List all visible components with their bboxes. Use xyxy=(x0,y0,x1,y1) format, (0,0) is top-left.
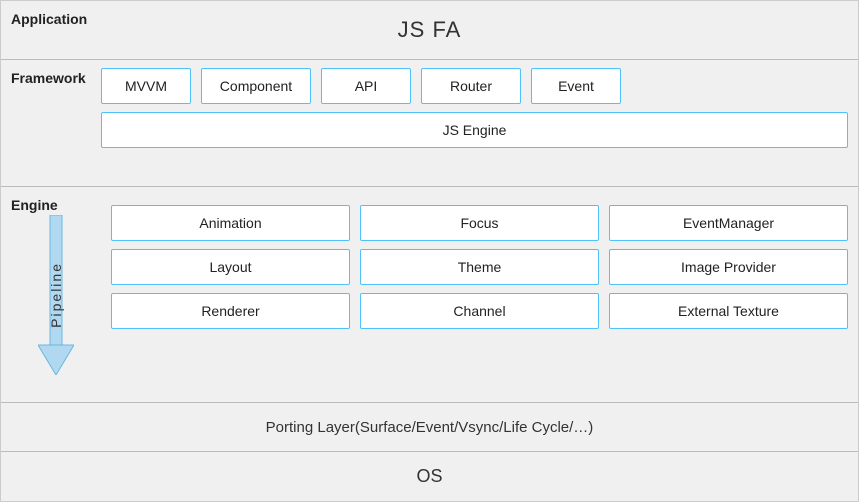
porting-layer: Porting Layer(Surface/Event/Vsync/Life C… xyxy=(1,403,858,452)
architecture-diagram: Application JS FA Framework MVVM Compone… xyxy=(0,0,859,502)
pipeline-container: Pipeline xyxy=(31,215,81,375)
focus-box: Focus xyxy=(360,205,599,241)
event-box: Event xyxy=(531,68,621,104)
router-box: Router xyxy=(421,68,521,104)
image-provider-box: Image Provider xyxy=(609,249,848,285)
porting-label: Porting Layer(Surface/Event/Vsync/Life C… xyxy=(266,419,594,436)
pipeline-label: Pipeline xyxy=(48,262,64,328)
component-box: Component xyxy=(201,68,311,104)
application-label: Application xyxy=(11,11,87,27)
application-title: JS FA xyxy=(398,17,462,43)
animation-box: Animation xyxy=(111,205,350,241)
engine-inner: Pipeline Animation Focus EventManager La… xyxy=(11,195,848,394)
engine-row-3: Renderer Channel External Texture xyxy=(111,293,848,329)
theme-box: Theme xyxy=(360,249,599,285)
engine-row-2: Layout Theme Image Provider xyxy=(111,249,848,285)
eventmanager-box: EventManager xyxy=(609,205,848,241)
external-texture-box: External Texture xyxy=(609,293,848,329)
pipeline-col: Pipeline xyxy=(11,195,101,394)
framework-layer: Framework MVVM Component API Router Even… xyxy=(1,60,858,188)
engine-row-1: Animation Focus EventManager xyxy=(111,205,848,241)
engine-layer: Engine Pipeline Animation Focus xyxy=(1,187,858,403)
framework-row1: MVVM Component API Router Event xyxy=(101,68,848,104)
application-layer: Application JS FA xyxy=(1,1,858,60)
js-engine-box: JS Engine xyxy=(101,112,848,148)
api-box: API xyxy=(321,68,411,104)
channel-box: Channel xyxy=(360,293,599,329)
layout-box: Layout xyxy=(111,249,350,285)
framework-row2: JS Engine xyxy=(101,112,848,148)
renderer-box: Renderer xyxy=(111,293,350,329)
os-layer: OS xyxy=(1,452,858,501)
mvvm-box: MVVM xyxy=(101,68,191,104)
os-label: OS xyxy=(416,466,442,487)
framework-label: Framework xyxy=(11,70,86,86)
engine-grid: Animation Focus EventManager Layout Them… xyxy=(111,195,848,394)
